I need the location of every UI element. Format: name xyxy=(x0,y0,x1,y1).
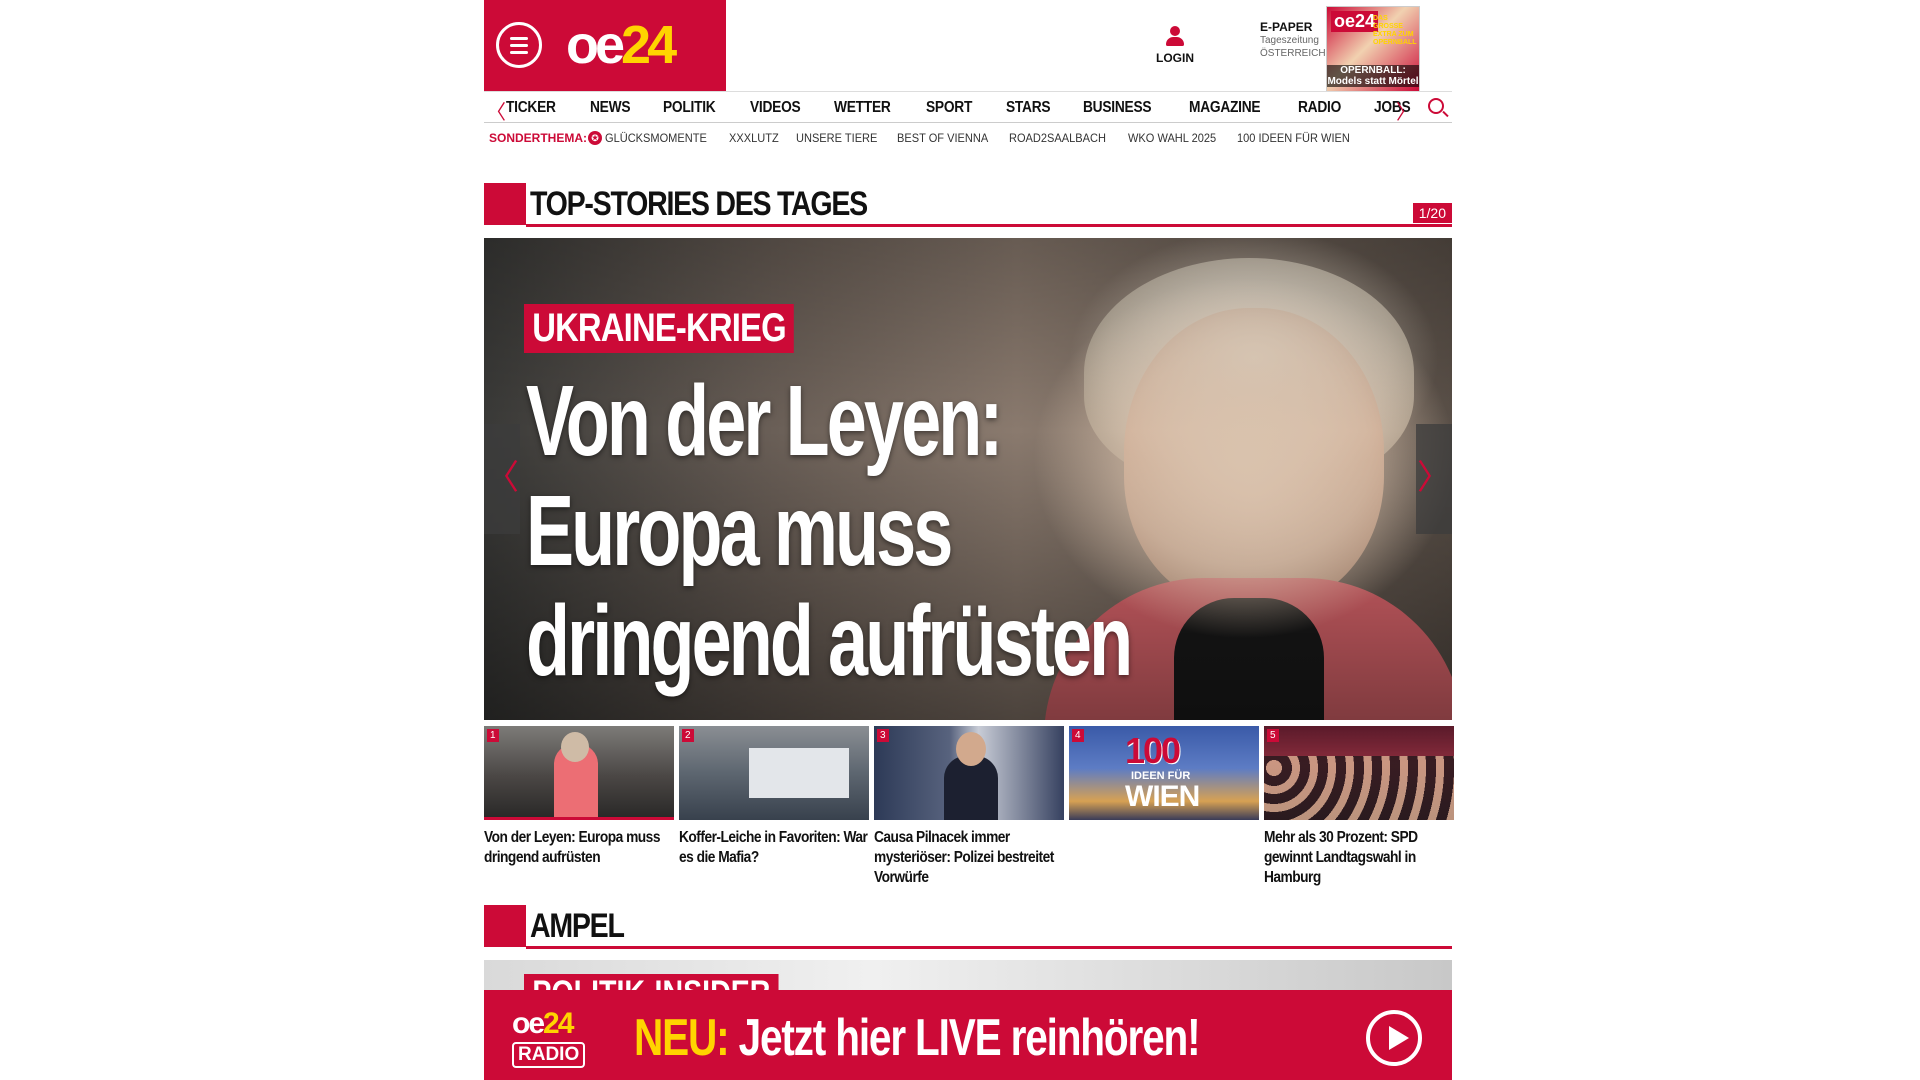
thumbnail-number: 3 xyxy=(877,729,889,742)
epaper-link[interactable]: E-PAPER Tageszeitung ÖSTERREICH xyxy=(1260,20,1330,60)
story-thumbnail[interactable]: 100 IDEEN FÜR WIEN 4 xyxy=(1069,726,1259,828)
section-title: AMPEL xyxy=(530,907,625,945)
subnav-item-best-of-vienna[interactable]: BEST OF VIENNA xyxy=(897,131,988,145)
epaper-line2: ÖSTERREICH xyxy=(1260,48,1326,59)
thumbnail-caption: Von der Leyen: Europa muss dringend aufr… xyxy=(484,829,660,866)
nav-item-wetter[interactable]: WETTER xyxy=(834,99,891,117)
radio-banner-highlight: NEU: xyxy=(634,1009,730,1067)
section-divider xyxy=(526,946,1452,949)
radio-logo-label: RADIO xyxy=(512,1042,586,1068)
nav-item-stars[interactable]: STARS xyxy=(1006,99,1051,117)
hero-kicker: UKRAINE-KRIEG xyxy=(524,304,794,353)
slider-prev-button[interactable]: 〈 xyxy=(484,424,520,534)
section-divider xyxy=(526,224,1452,227)
section-marker xyxy=(484,905,526,947)
story-thumbnail[interactable]: 5 Mehr als 30 Prozent: SPD gewinnt Landt… xyxy=(1264,726,1454,888)
epaper-title: E-PAPER xyxy=(1260,20,1313,34)
cover-promo: DAS GROSSE EXTRA ZUM OPERNBALL xyxy=(1373,15,1417,46)
thumbnail-caption: Koffer-Leiche in Favoriten: War es die M… xyxy=(679,829,868,866)
thumbnail-image: 5 xyxy=(1264,726,1454,820)
logo-box: oe24 xyxy=(484,0,726,91)
cover-headline: OPERNBALL: Models statt Mörtel xyxy=(1327,65,1419,87)
search-icon[interactable] xyxy=(1428,98,1444,114)
hero-headline-line: Europa muss xyxy=(526,475,953,587)
login-button[interactable]: LOGIN xyxy=(1149,26,1201,65)
subnav-item-road2saalbach[interactable]: ROAD2SAALBACH xyxy=(1009,131,1106,145)
thumbnail-tent xyxy=(749,748,849,798)
thumbnail-number: 4 xyxy=(1072,729,1084,742)
nav-prev-icon[interactable]: 〈 xyxy=(486,96,506,125)
radio-logo-part: oe xyxy=(512,1007,545,1040)
nav-item-ticker[interactable]: TICKER xyxy=(506,99,556,117)
hero-headline: Von der Leyen: Europa muss dringend aufr… xyxy=(526,365,1133,697)
play-icon[interactable] xyxy=(1366,1010,1422,1066)
login-label: LOGIN xyxy=(1156,51,1194,65)
section-marker xyxy=(484,183,526,225)
nav-item-business[interactable]: BUSINESS xyxy=(1083,99,1152,117)
subnav-item-xxxlutz[interactable]: XXXLUTZ xyxy=(729,131,779,145)
radio-logo: oe24 RADIO xyxy=(512,1008,608,1078)
hero-headline-line: dringend aufrüsten xyxy=(526,585,1133,697)
section-title: TOP-STORIES DES TAGES xyxy=(530,185,868,223)
thumbnail-image: 2 xyxy=(679,726,869,820)
epaper-line1: Tageszeitung xyxy=(1260,35,1319,46)
thumbnail-caption: Mehr als 30 Prozent: SPD gewinnt Landtag… xyxy=(1264,829,1418,886)
story-thumbnail[interactable]: 2 Koffer-Leiche in Favoriten: War es die… xyxy=(679,726,869,868)
nav-item-news[interactable]: NEWS xyxy=(590,99,631,117)
menu-icon[interactable] xyxy=(496,22,542,68)
nav-item-magazine[interactable]: MAGAZINE xyxy=(1189,99,1261,117)
top-stories-header: TOP-STORIES DES TAGES 1/20 xyxy=(484,183,1452,227)
subnav-item-100-ideen[interactable]: 100 IDEEN FÜR WIEN xyxy=(1237,131,1350,145)
thumbnail-image: 3 xyxy=(874,726,1064,820)
subnav-item-gluecksmomente[interactable]: GLÜCKSMOMENTE xyxy=(605,131,707,145)
thumbnail-number: 2 xyxy=(682,729,694,742)
bolt-icon: ✪ xyxy=(588,131,602,145)
epaper-cover[interactable]: oe24 DAS GROSSE EXTRA ZUM OPERNBALL OPER… xyxy=(1326,6,1420,92)
thumbnail-image-text: 100 xyxy=(1125,730,1181,771)
story-thumbnails: 1 Von der Leyen: Europa muss dringend au… xyxy=(484,726,1454,896)
thumbnail-figure-head xyxy=(956,732,986,766)
radio-banner[interactable]: oe24 RADIO NEU: Jetzt hier LIVE reinhöre… xyxy=(484,990,1452,1080)
page: oe24 LOGIN E-PAPER Tageszeitung ÖSTERREI… xyxy=(484,0,1454,1080)
nav-item-videos[interactable]: VIDEOS xyxy=(750,99,801,117)
story-thumbnail[interactable]: 3 Causa Pilnacek immer mysteriöser: Poli… xyxy=(874,726,1064,888)
slider-next-button[interactable]: 〉 xyxy=(1416,424,1452,534)
radio-banner-message: Jetzt hier LIVE reinhören! xyxy=(728,1009,1201,1067)
thumbnail-image: 1 xyxy=(484,726,674,820)
thumbnail-figure-head xyxy=(561,732,589,762)
cover-brand: oe24 xyxy=(1331,11,1379,32)
ampel-header: AMPEL xyxy=(484,905,1452,949)
user-icon xyxy=(1165,26,1185,48)
nav-item-sport[interactable]: SPORT xyxy=(926,99,972,117)
slide-counter: 1/20 xyxy=(1412,203,1452,223)
thumbnail-image-text: WIEN xyxy=(1125,780,1200,813)
radio-banner-text: NEU: Jetzt hier LIVE reinhören! xyxy=(634,1008,1201,1068)
thumbnail-image: 100 IDEEN FÜR WIEN 4 xyxy=(1069,726,1259,820)
subnav-item-wko-wahl[interactable]: WKO WAHL 2025 xyxy=(1128,131,1216,145)
hero-headline-line: Von der Leyen: xyxy=(526,365,1003,477)
nav-item-radio[interactable]: RADIO xyxy=(1298,99,1341,117)
thumbnail-caption: Causa Pilnacek immer mysteriöser: Polize… xyxy=(874,829,1054,886)
main-nav: 〈 TICKER NEWS POLITIK VIDEOS WETTER SPOR… xyxy=(484,91,1452,125)
thumbnail-crowd xyxy=(1264,756,1454,820)
nav-item-politik[interactable]: POLITIK xyxy=(663,99,716,117)
site-logo[interactable]: oe24 xyxy=(566,14,677,76)
subnav: SONDERTHEMA: ✪ GLÜCKSMOMENTE XXXLUTZ UNS… xyxy=(489,131,1372,145)
nav-next-icon[interactable]: 〉 xyxy=(1396,96,1416,125)
subnav-item-unsere-tiere[interactable]: UNSERE TIERE xyxy=(796,131,877,145)
thumbnail-number: 5 xyxy=(1267,729,1279,742)
hero-story[interactable]: UKRAINE-KRIEG Von der Leyen: Europa muss… xyxy=(484,238,1452,720)
subnav-label: SONDERTHEMA: xyxy=(489,131,587,145)
story-thumbnail[interactable]: 1 Von der Leyen: Europa muss dringend au… xyxy=(484,726,674,868)
radio-logo-part: 24 xyxy=(543,1007,574,1040)
thumbnail-number: 1 xyxy=(487,729,499,742)
nav-list: TICKER NEWS POLITIK VIDEOS WETTER SPORT … xyxy=(506,99,1442,117)
